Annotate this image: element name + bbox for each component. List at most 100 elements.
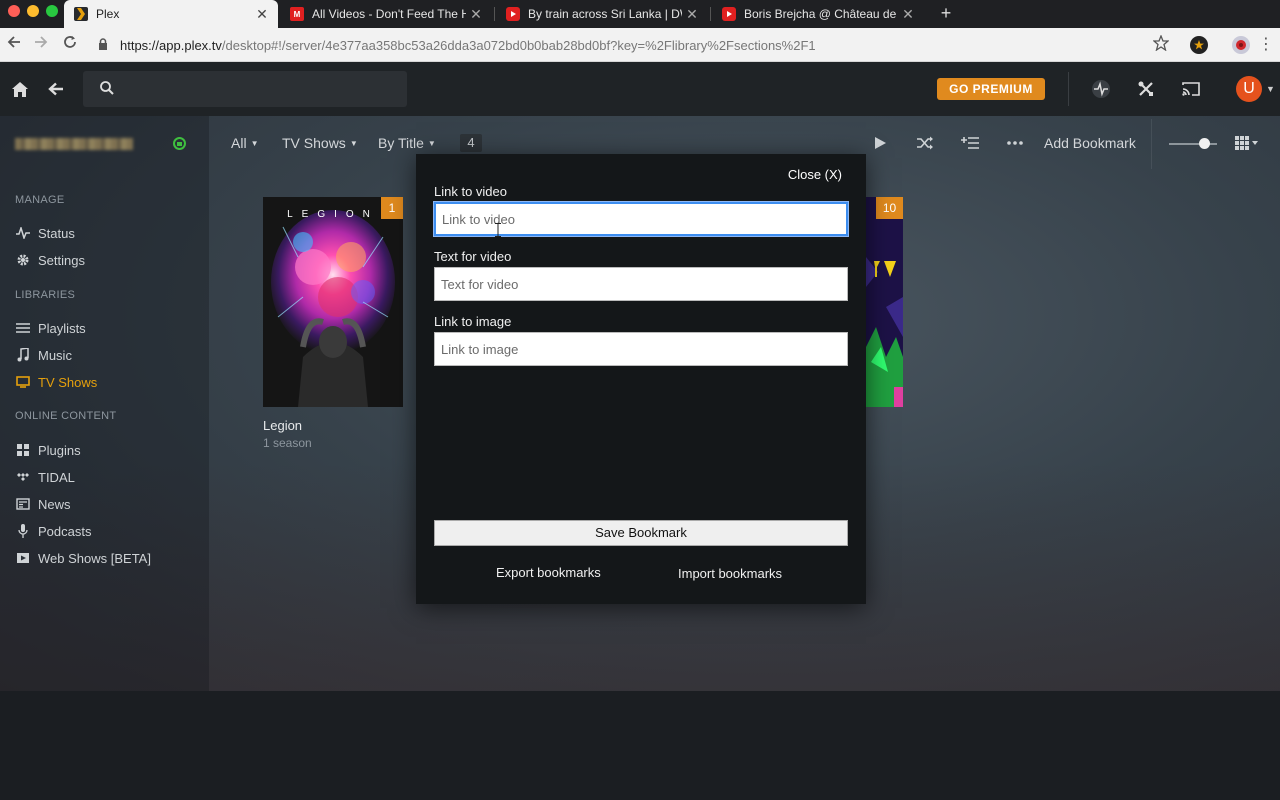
- search-icon: [99, 80, 117, 98]
- item-count-badge: 4: [460, 134, 482, 152]
- caret-down-icon: ▼: [427, 139, 436, 148]
- music-note-icon: [15, 348, 31, 362]
- sidebar-item-web-shows[interactable]: Web Shows [BETA]: [15, 549, 151, 567]
- tools-icon[interactable]: [1136, 79, 1156, 99]
- new-tab-button[interactable]: +: [936, 3, 956, 23]
- sidebar-item-plugins[interactable]: Plugins: [15, 441, 81, 459]
- sidebar-item-music[interactable]: Music: [15, 346, 72, 364]
- sidebar-item-tv-shows[interactable]: TV Shows: [15, 373, 97, 391]
- activity-icon[interactable]: [1091, 79, 1111, 99]
- add-bookmark-dialog: Close (X) Link to video Text for video L…: [416, 154, 866, 604]
- text-cursor-icon: [495, 223, 501, 237]
- sidebar: MANAGE Status Settings LIBRARIES Playlis…: [0, 116, 209, 691]
- section-label-online-content: ONLINE CONTENT: [15, 410, 117, 422]
- browser-tab-all-videos[interactable]: M All Videos - Don't Feed The Hu ✕: [280, 0, 492, 28]
- play-icon[interactable]: [870, 134, 890, 152]
- sidebar-item-settings[interactable]: Settings: [15, 251, 85, 269]
- cast-icon[interactable]: [1181, 79, 1201, 99]
- filter-all-label: All: [231, 135, 247, 151]
- url-scheme: https://: [120, 37, 160, 53]
- close-icon[interactable]: ✕: [682, 6, 702, 23]
- lock-icon: [98, 37, 112, 53]
- go-premium-button[interactable]: GO PREMIUM: [937, 78, 1045, 100]
- bookmark-star-icon[interactable]: [1151, 34, 1171, 55]
- add-to-queue-icon[interactable]: [960, 134, 980, 152]
- window-minimize-button[interactable]: [27, 5, 39, 17]
- gear-icon: [15, 253, 31, 267]
- home-icon[interactable]: [10, 79, 30, 99]
- activity-icon: [15, 226, 31, 240]
- plex-header: GO PREMIUM U ▼: [0, 62, 1280, 116]
- window-zoom-button[interactable]: [46, 5, 58, 17]
- sidebar-item-label: Web Shows [BETA]: [38, 550, 151, 566]
- close-icon[interactable]: ✕: [898, 6, 918, 23]
- type-dropdown[interactable]: TV Shows ▼: [282, 135, 358, 151]
- url-path: /desktop#!/server/4e377aa358bc53a26dda3a…: [221, 37, 816, 53]
- slider-thumb[interactable]: [1199, 138, 1210, 149]
- browser-tab-sri-lanka[interactable]: By train across Sri Lanka | DW ✕: [496, 0, 708, 28]
- poster-partial[interactable]: 10: [866, 197, 903, 407]
- tab-title: Boris Brejcha @ Château de Fo: [744, 7, 898, 21]
- poster-legion[interactable]: LEGION 1: [263, 197, 403, 407]
- toolbar-divider: [1151, 119, 1152, 169]
- unwatched-badge: 10: [876, 197, 903, 219]
- forward-arrow-icon[interactable]: [31, 35, 51, 55]
- link-video-label: Link to video: [434, 184, 507, 199]
- poster-title-text: LEGION: [287, 209, 379, 220]
- news-icon: [15, 497, 31, 511]
- sidebar-item-label: News: [38, 496, 71, 512]
- tab-separator: [710, 7, 711, 21]
- more-options-icon[interactable]: [1005, 134, 1025, 152]
- sidebar-item-status[interactable]: Status: [15, 224, 75, 242]
- legion-poster-art: LEGION: [263, 197, 403, 407]
- close-icon[interactable]: ✕: [252, 6, 272, 23]
- save-bookmark-button[interactable]: Save Bookmark: [434, 520, 848, 546]
- caret-down-icon: ▼: [349, 139, 358, 148]
- sidebar-item-tidal[interactable]: TIDAL: [15, 468, 75, 486]
- view-grid-icon[interactable]: [1233, 134, 1261, 152]
- caret-down-icon: ▼: [250, 139, 259, 148]
- tab-title: All Videos - Don't Feed The Hu: [312, 7, 466, 21]
- sidebar-item-label: Settings: [38, 252, 85, 268]
- server-selector[interactable]: [0, 116, 209, 171]
- window-close-button[interactable]: [8, 5, 20, 17]
- poster-title[interactable]: Legion: [263, 418, 302, 433]
- search-input[interactable]: [83, 71, 407, 107]
- text-video-input[interactable]: [434, 267, 848, 301]
- secure-lock-icon: [173, 137, 186, 150]
- sidebar-item-podcasts[interactable]: Podcasts: [15, 522, 91, 540]
- browser-tab-boris-brejcha[interactable]: Boris Brejcha @ Château de Fo ✕: [712, 0, 924, 28]
- import-bookmarks-link[interactable]: Import bookmarks: [678, 566, 782, 581]
- avatar[interactable]: U: [1236, 76, 1262, 102]
- shuffle-icon[interactable]: [915, 134, 935, 152]
- tab-title: Plex: [96, 7, 120, 21]
- sidebar-item-label: Music: [38, 347, 72, 363]
- chevron-down-icon[interactable]: ▼: [1266, 84, 1275, 94]
- tab-separator: [494, 7, 495, 21]
- close-button[interactable]: Close (X): [788, 167, 842, 182]
- browser-tab-plex[interactable]: Plex ✕: [64, 0, 278, 28]
- mc-icon: M: [290, 7, 304, 21]
- export-bookmarks-link[interactable]: Export bookmarks: [496, 565, 601, 580]
- microphone-icon: [15, 524, 31, 538]
- add-bookmark-button[interactable]: Add Bookmark: [1044, 135, 1136, 151]
- back-arrow-icon[interactable]: [4, 35, 24, 55]
- sort-dropdown[interactable]: By Title ▼: [378, 135, 436, 151]
- browser-menu-icon[interactable]: ⋮: [1258, 36, 1274, 54]
- sidebar-item-playlists[interactable]: Playlists: [15, 319, 86, 337]
- header-divider: [1068, 72, 1069, 106]
- filter-all-dropdown[interactable]: All ▼: [231, 135, 258, 151]
- extension-profile-icon[interactable]: [1232, 36, 1250, 54]
- close-icon[interactable]: ✕: [466, 6, 486, 23]
- list-icon: [15, 321, 31, 335]
- youtube-icon: [506, 7, 520, 21]
- url-field[interactable]: https://app.plex.tv/desktop#!/server/4e3…: [92, 32, 1180, 58]
- extension-star-icon[interactable]: [1190, 36, 1208, 54]
- reload-icon[interactable]: [60, 35, 80, 55]
- link-image-input[interactable]: [434, 332, 848, 366]
- address-bar-row: https://app.plex.tv/desktop#!/server/4e3…: [0, 28, 1280, 62]
- partial-poster-art: [866, 197, 903, 407]
- server-name-blurred: [15, 138, 133, 150]
- sidebar-item-news[interactable]: News: [15, 495, 71, 513]
- back-arrow-icon[interactable]: [46, 79, 66, 99]
